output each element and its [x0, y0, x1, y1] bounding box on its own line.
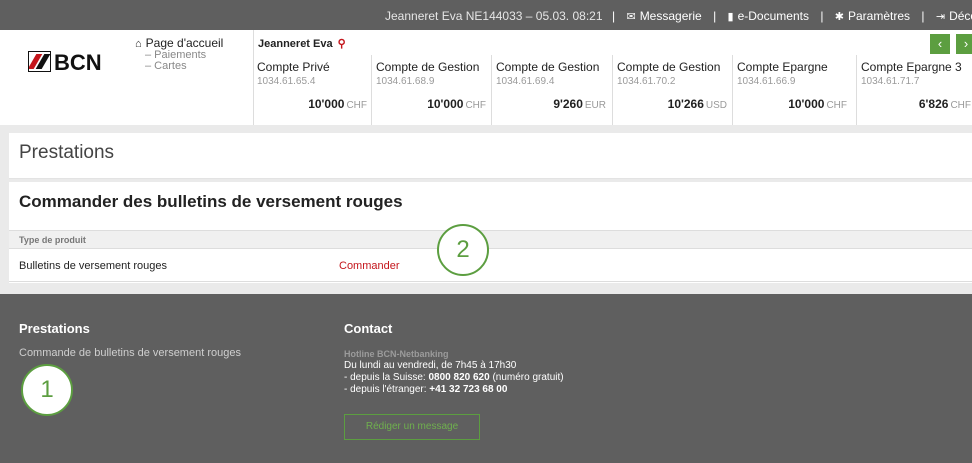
messagerie-link[interactable]: ✉ Messagerie [626, 9, 701, 23]
menu-separator: | [921, 9, 925, 23]
account-currency: CHF [826, 100, 847, 111]
account-currency: EUR [584, 100, 606, 111]
account-card[interactable]: Compte de Gestion 1034.61.68.9 10'000 CHF [376, 55, 486, 111]
account-card[interactable]: Compte Epargne 1034.61.66.9 10'000 CHF [737, 55, 847, 111]
account-number: 1034.61.68.9 [376, 76, 435, 87]
account-divider [491, 55, 492, 125]
nav-cartes[interactable]: – Cartes [145, 61, 223, 72]
account-name: Compte de Gestion [376, 60, 480, 74]
account-name: Compte de Gestion [617, 60, 721, 74]
account-list: Compte Privé 1034.61.65.4 10'000 CHF Comp… [253, 55, 972, 125]
menu-separator: | [612, 9, 616, 23]
footer-contact-info: Hotline BCN-Netbanking Du lundi au vendr… [344, 348, 564, 396]
account-card[interactable]: Compte de Gestion 1034.61.70.2 10'266 USD [617, 55, 727, 111]
menu-separator: | [713, 9, 717, 23]
user-info: Jeanneret Eva NE144033 – 05.03. 08:21 [385, 9, 603, 23]
account-name: Compte Epargne [737, 60, 828, 74]
next-accounts-button[interactable]: › [956, 34, 972, 54]
account-name: Compte Privé [257, 60, 330, 74]
pin-icon[interactable]: ⚲ [338, 38, 346, 50]
content-gap [0, 125, 972, 133]
account-card[interactable]: Compte Privé 1034.61.65.4 10'000 CHF [257, 55, 367, 111]
prev-accounts-button[interactable]: ‹ [930, 34, 950, 54]
account-balance: 10'000 CHF [308, 97, 367, 111]
envelope-icon: ✉ [626, 11, 636, 23]
account-number: 1034.61.69.4 [496, 76, 555, 87]
column-header-type: Type de produit [19, 235, 86, 245]
account-divider [371, 55, 372, 125]
section-title: Commander des bulletins de versement rou… [19, 192, 403, 211]
deconnexion-link[interactable]: ⇥Déconnexion [936, 9, 972, 23]
hotline-swiss: - depuis la Suisse: 0800 820 620 (numéro… [344, 372, 564, 383]
logout-icon: ⇥ [935, 11, 946, 23]
account-balance: 10'266 USD [667, 97, 727, 111]
abroad-phone-number: +41 32 723 68 00 [429, 384, 508, 395]
document-icon: ▮ [727, 11, 734, 23]
step-marker-2: 2 [437, 224, 489, 276]
write-message-button[interactable]: Rédiger un message [344, 414, 480, 440]
account-balance: 6'826 CHF [918, 97, 971, 111]
top-bar: Jeanneret Eva NE144033 – 05.03. 08:21 | … [0, 0, 972, 30]
menu-separator: | [820, 9, 824, 23]
account-currency: CHF [346, 100, 367, 111]
footer-contact-title: Contact [344, 321, 393, 336]
hotline-label: Hotline BCN-Netbanking [344, 349, 449, 359]
order-panel: Commander des bulletins de versement rou… [9, 182, 972, 283]
account-number: 1034.61.71.7 [861, 76, 920, 87]
account-balance: 9'260 EUR [553, 97, 606, 111]
chevron-right-icon: › [963, 36, 969, 51]
footer-prestations-link[interactable]: Commande de bulletins de versement rouge… [19, 347, 241, 359]
table-row: Bulletins de versement rouges Commander [9, 248, 972, 282]
footer: Prestations Commande de bulletins de ver… [0, 294, 972, 463]
account-divider [612, 55, 613, 125]
home-icon: ⌂ [135, 38, 142, 50]
nav-home[interactable]: ⌂ Page d'accueil [135, 36, 223, 50]
account-name: Compte de Gestion [496, 60, 600, 74]
swiss-phone-number: 0800 820 620 [428, 372, 490, 383]
bcn-logo[interactable]: BCN [28, 50, 102, 76]
parametres-link[interactable]: ✱ Paramètres [835, 9, 910, 23]
account-number: 1034.61.70.2 [617, 76, 676, 87]
product-name: Bulletins de versement rouges [19, 260, 167, 272]
page-title-panel: Prestations [9, 133, 972, 179]
account-currency: CHF [950, 100, 971, 111]
account-divider [856, 55, 857, 125]
account-balance: 10'000 CHF [427, 97, 486, 111]
main-nav: ⌂ Page d'accueil – Paiements – Cartes [135, 36, 223, 72]
account-currency: CHF [465, 100, 486, 111]
account-currency: USD [705, 100, 727, 111]
step-marker-1: 1 [21, 364, 73, 416]
chevron-left-icon: ‹ [937, 36, 943, 51]
hotline-abroad: - depuis l'étranger: +41 32 723 68 00 [344, 384, 508, 395]
page-title: Prestations [19, 142, 115, 163]
account-name: Compte Epargne 3 [861, 60, 962, 74]
account-number: 1034.61.66.9 [737, 76, 796, 87]
bcn-logo-icon [28, 51, 51, 72]
footer-prestations-title: Prestations [19, 321, 90, 336]
account-owner: Jeanneret Eva ⚲ [258, 38, 346, 50]
e-documents-link[interactable]: ▮ e-Documents [728, 9, 809, 23]
commander-link[interactable]: Commander [339, 260, 400, 272]
account-balance: 10'000 CHF [788, 97, 847, 111]
account-number: 1034.61.65.4 [257, 76, 316, 87]
table-header: Type de produit [9, 230, 972, 249]
account-card[interactable]: Compte de Gestion 1034.61.69.4 9'260 EUR [496, 55, 606, 111]
hotline-hours: Du lundi au vendredi, de 7h45 à 17h30 [344, 360, 517, 371]
account-card[interactable]: Compte Epargne 3 1034.61.71.7 6'826 CHF [861, 55, 971, 111]
gear-icon: ✱ [834, 11, 844, 23]
header: BCN ⌂ Page d'accueil – Paiements – Cartes… [0, 30, 972, 125]
account-divider [732, 55, 733, 125]
top-menu: | ✉ Messagerie | ▮ e-Documents | ✱ Paramètr… [604, 9, 972, 23]
